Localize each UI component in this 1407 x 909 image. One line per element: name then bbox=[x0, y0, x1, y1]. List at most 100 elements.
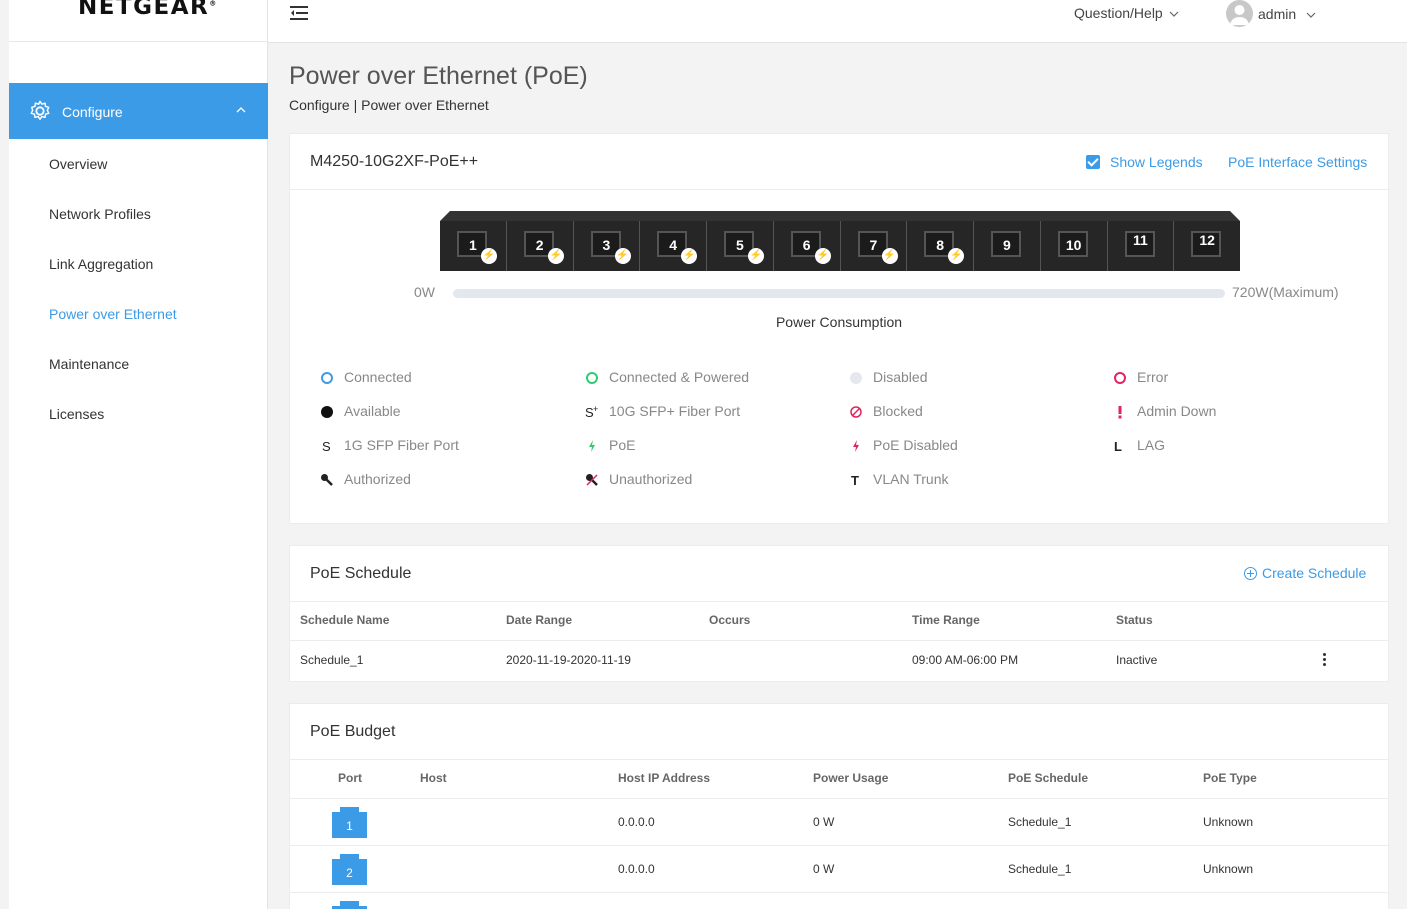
legend-label: Blocked bbox=[873, 403, 923, 419]
column-header-power-usage[interactable]: Power Usage bbox=[813, 771, 888, 785]
column-header-port[interactable]: Port bbox=[338, 771, 362, 785]
user-icon bbox=[1230, 5, 1249, 25]
poe-budget-title: PoE Budget bbox=[310, 723, 396, 740]
top-bar: Question/Help admin bbox=[268, 0, 1407, 43]
avatar[interactable] bbox=[1226, 0, 1253, 27]
switch-port-9[interactable]: 9 bbox=[974, 221, 1041, 271]
legend-label: PoE Disabled bbox=[873, 437, 958, 453]
switch-port-4[interactable]: 4 ⚡ bbox=[640, 221, 707, 271]
column-header-poe-schedule[interactable]: PoE Schedule bbox=[1008, 771, 1088, 785]
sidebar-item-maintenance[interactable]: Maintenance bbox=[49, 356, 129, 372]
switch-port-1[interactable]: 1 ⚡ bbox=[440, 221, 507, 271]
status-cell: Inactive bbox=[1116, 653, 1158, 667]
port-number: 11 bbox=[1132, 232, 1148, 248]
more-actions-icon[interactable] bbox=[1323, 653, 1327, 667]
device-card: M4250-10G2XF-PoE++ Show Legends PoE Inte… bbox=[289, 133, 1389, 524]
sidebar-item-link-aggregation[interactable]: Link Aggregation bbox=[49, 256, 153, 272]
poe-schedule-card: PoE Schedule Create Schedule Schedule Na… bbox=[289, 545, 1389, 682]
host-ip-cell: 0.0.0.0 bbox=[618, 862, 655, 876]
svg-text:L: L bbox=[1114, 439, 1122, 453]
disabled-icon bbox=[849, 371, 863, 385]
switch-front-panel: 1 ⚡ 2 ⚡ 3 ⚡ 4 ⚡ 5 ⚡ 6 ⚡ 7 ⚡ 8 ⚡ 9 10 11 12 bbox=[440, 221, 1240, 271]
connected-icon bbox=[320, 371, 334, 385]
poe-lightning-icon: ⚡ bbox=[547, 248, 564, 264]
port-number: 9 bbox=[1002, 237, 1011, 253]
date-range-cell: 2020-11-19-2020-11-19 bbox=[506, 653, 631, 667]
switch-port-7[interactable]: 7 ⚡ bbox=[841, 221, 908, 271]
show-legends-checkbox[interactable]: Show Legends bbox=[1086, 154, 1203, 170]
column-header-host-ip[interactable]: Host IP Address bbox=[618, 771, 710, 785]
row-divider bbox=[290, 640, 1388, 641]
poe-lightning-icon: ⚡ bbox=[681, 248, 698, 264]
switch-port-11[interactable]: 11 bbox=[1108, 221, 1175, 271]
port-badge[interactable]: 2 bbox=[332, 854, 367, 885]
poe-type-cell: Unknown bbox=[1203, 862, 1254, 876]
menu-collapse-icon[interactable] bbox=[290, 5, 310, 21]
netgear-logo[interactable]: NETGEAR® bbox=[9, 0, 268, 42]
schedule-name-cell: Schedule_1 bbox=[300, 653, 364, 667]
switch-port-6[interactable]: 6 ⚡ bbox=[774, 221, 841, 271]
power-usage-cell: 0 W bbox=[813, 815, 835, 829]
switch-port-8[interactable]: 8 ⚡ bbox=[907, 221, 974, 271]
user-menu[interactable]: admin bbox=[1258, 6, 1316, 22]
sidebar-section-configure[interactable]: Configure bbox=[9, 83, 268, 139]
legend-label: 10G SFP+ Fiber Port bbox=[609, 403, 741, 419]
column-header-poe-type[interactable]: PoE Type bbox=[1203, 771, 1257, 785]
switch-port-5[interactable]: 5 ⚡ bbox=[707, 221, 774, 271]
show-legends-label: Show Legends bbox=[1110, 154, 1203, 170]
power-consumption-label: Power Consumption bbox=[775, 314, 903, 330]
port-number: 5 bbox=[735, 237, 744, 253]
error-icon bbox=[1113, 371, 1127, 385]
sidebar-item-power-over-ethernet[interactable]: Power over Ethernet bbox=[49, 306, 177, 322]
poe-type-cell: Unknown bbox=[1203, 815, 1254, 829]
brand-mark: ® bbox=[209, 0, 218, 8]
port-number: 1 bbox=[468, 237, 477, 253]
sidebar-item-licenses[interactable]: Licenses bbox=[49, 406, 104, 422]
legend-label: VLAN Trunk bbox=[873, 471, 949, 487]
poe-lightning-icon: ⚡ bbox=[481, 248, 497, 264]
admin-down-icon bbox=[1113, 405, 1127, 419]
switch-port-2[interactable]: 2 ⚡ bbox=[507, 221, 574, 271]
poe-budget-card: PoE Budget Port Host Host IP Address Pow… bbox=[289, 703, 1389, 909]
user-name: admin bbox=[1258, 6, 1297, 22]
port-number: 12 bbox=[1199, 232, 1215, 248]
sidebar-item-network-profiles[interactable]: Network Profiles bbox=[49, 206, 151, 222]
sidebar: NETGEAR® Configure Overview Network Prof… bbox=[9, 0, 268, 909]
switch-port-12[interactable]: 12 bbox=[1174, 221, 1240, 271]
row-divider bbox=[290, 892, 1388, 893]
column-header-status[interactable]: Status bbox=[1116, 613, 1153, 627]
poe-lightning-icon: ⚡ bbox=[948, 248, 965, 264]
create-schedule-button[interactable]: Create Schedule bbox=[1244, 565, 1366, 581]
poe-schedule-title: PoE Schedule bbox=[310, 565, 412, 582]
question-help-label: Question/Help bbox=[1074, 5, 1163, 21]
poe-icon bbox=[585, 439, 599, 453]
host-ip-cell: 0.0.0.0 bbox=[618, 815, 655, 829]
poe-schedule-cell: Schedule_1 bbox=[1008, 815, 1072, 829]
chevron-up-icon bbox=[236, 107, 246, 113]
column-header-time-range[interactable]: Time Range bbox=[912, 613, 980, 627]
lag-icon: L bbox=[1113, 439, 1127, 454]
breadcrumb: Configure | Power over Ethernet bbox=[289, 97, 489, 113]
column-header-host[interactable]: Host bbox=[420, 771, 447, 785]
port-number: 4 bbox=[669, 237, 678, 253]
port-badge[interactable]: 1 bbox=[332, 807, 367, 838]
legend-label: LAG bbox=[1137, 437, 1166, 453]
row-divider bbox=[290, 845, 1388, 846]
poe-lightning-icon: ⚡ bbox=[614, 248, 631, 264]
poe-lightning-icon: ⚡ bbox=[881, 248, 898, 264]
column-header-occurs[interactable]: Occurs bbox=[709, 613, 750, 627]
column-header-schedule-name[interactable]: Schedule Name bbox=[300, 613, 389, 627]
power-consumption-bar bbox=[453, 289, 1225, 298]
switch-port-3[interactable]: 3 ⚡ bbox=[574, 221, 641, 271]
sidebar-item-overview[interactable]: Overview bbox=[49, 156, 107, 172]
poe-disabled-icon bbox=[849, 439, 863, 453]
poe-interface-settings-link[interactable]: PoE Interface Settings bbox=[1228, 154, 1367, 170]
question-help-menu[interactable]: Question/Help bbox=[1074, 5, 1179, 21]
poe-schedule-header: PoE Schedule Create Schedule bbox=[290, 546, 1388, 602]
switch-port-10[interactable]: 10 bbox=[1041, 221, 1108, 271]
plus-circle-icon bbox=[1244, 567, 1257, 580]
power-usage-cell: 0 W bbox=[813, 862, 835, 876]
connected-powered-icon bbox=[585, 371, 599, 385]
checkbox-checked-icon bbox=[1086, 155, 1100, 169]
column-header-date-range[interactable]: Date Range bbox=[506, 613, 572, 627]
